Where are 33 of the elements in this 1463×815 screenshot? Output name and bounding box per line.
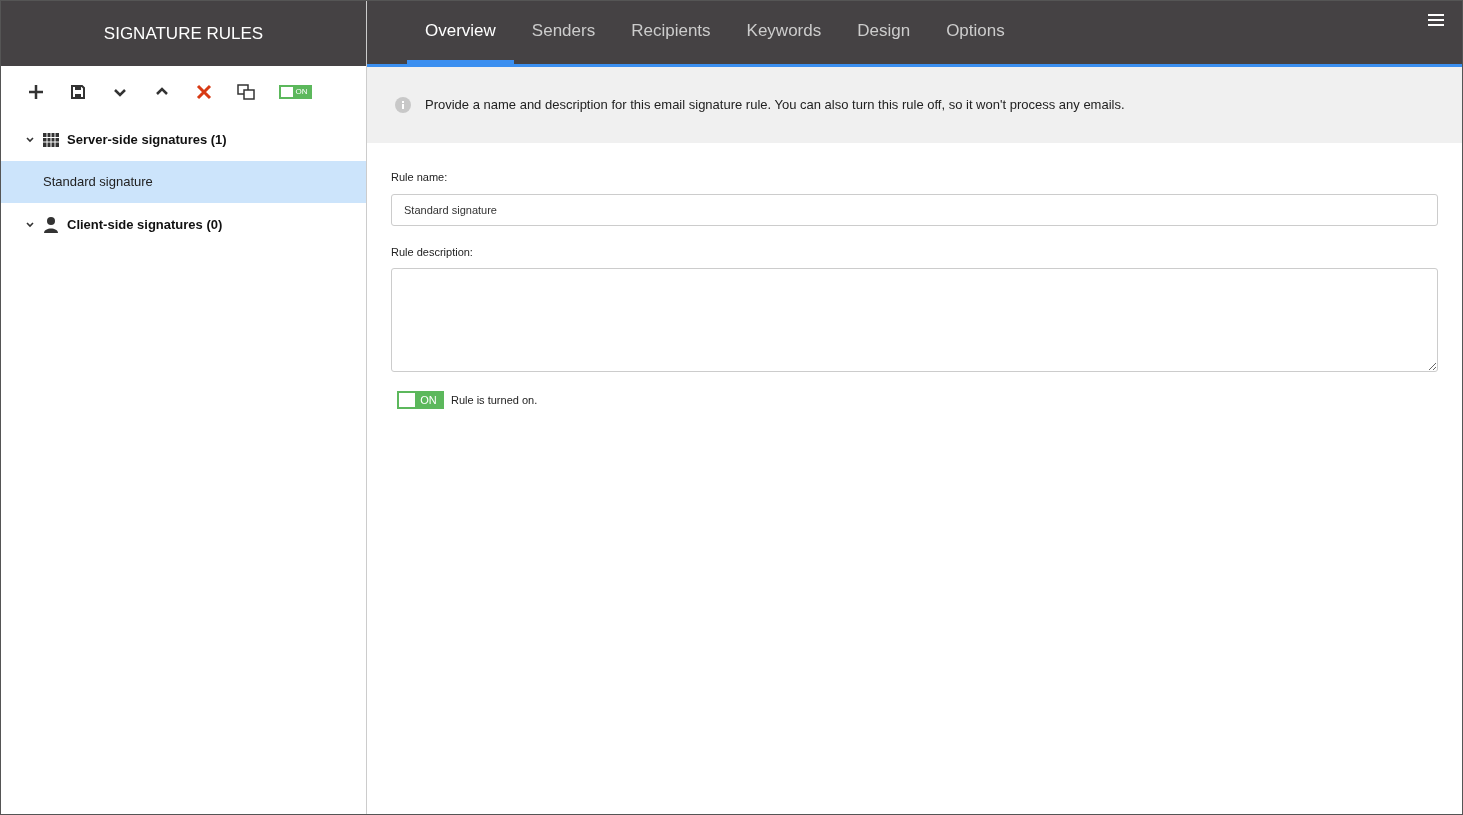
delete-button[interactable] bbox=[195, 83, 213, 101]
add-button[interactable] bbox=[27, 83, 45, 101]
chevron-down-icon[interactable] bbox=[25, 134, 35, 145]
duplicate-button[interactable] bbox=[237, 83, 255, 101]
sidebar-title: SIGNATURE RULES bbox=[103, 22, 264, 45]
tab[interactable]: Senders bbox=[513, 1, 614, 64]
toggle-on-indicator: ON bbox=[294, 87, 309, 97]
rule-name-field[interactable]: Standard signature bbox=[391, 193, 1438, 226]
duplicate-icon bbox=[237, 83, 255, 101]
field-label: Rule name: bbox=[391, 170, 449, 185]
rule-description-field[interactable] bbox=[391, 268, 1438, 372]
delete-icon bbox=[195, 83, 213, 101]
tree-item[interactable]: Standard signature bbox=[1, 161, 366, 203]
menu-button[interactable] bbox=[1428, 13, 1444, 27]
field-label: Rule description: bbox=[391, 244, 474, 260]
group-label: Server-side signatures (1) bbox=[67, 130, 227, 149]
toggle-on-indicator: ON bbox=[419, 393, 438, 407]
tab[interactable]: Design bbox=[839, 1, 929, 64]
save-icon bbox=[69, 83, 87, 101]
save-button[interactable] bbox=[69, 83, 87, 101]
add-icon bbox=[27, 83, 45, 101]
server-icon bbox=[43, 131, 59, 148]
info-text: Provide a name and description for this email signature rule. You can also turn this rule off, so it won't process any emails. bbox=[425, 96, 1125, 115]
tab[interactable]: Recipients bbox=[613, 1, 729, 64]
tree-group[interactable]: Server-side signatures (1) bbox=[1, 118, 366, 161]
tree-group[interactable]: Client-side signatures (0) bbox=[1, 203, 366, 246]
info-icon bbox=[395, 97, 411, 113]
chevron-down-icon[interactable] bbox=[25, 219, 35, 230]
tab[interactable]: Keywords bbox=[728, 1, 840, 64]
tab[interactable]: Options bbox=[928, 1, 1023, 64]
person-icon bbox=[43, 216, 59, 233]
toggle-text: Rule is turned on. bbox=[451, 392, 538, 408]
group-label: Client-side signatures (0) bbox=[67, 215, 223, 234]
